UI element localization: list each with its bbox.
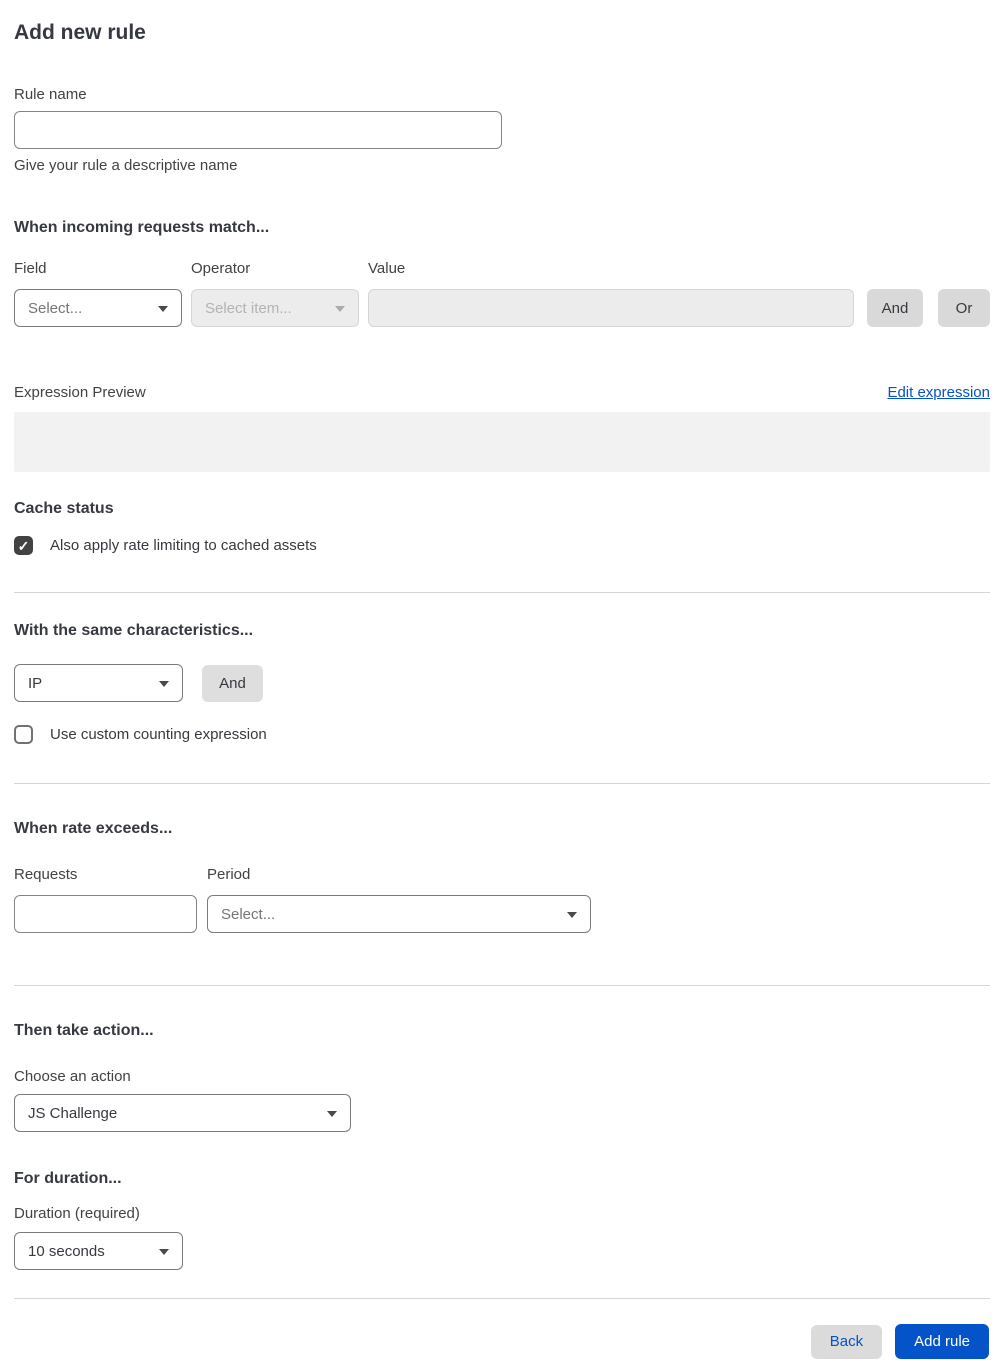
- characteristics-row: IP And: [14, 664, 990, 702]
- match-section-heading: When incoming requests match...: [14, 219, 270, 236]
- operator-group: Operator Select item...: [191, 260, 359, 327]
- custom-counting-label: Use custom counting expression: [50, 726, 267, 743]
- action-select[interactable]: JS Challenge: [14, 1094, 351, 1132]
- check-icon: ✓: [17, 537, 30, 554]
- operator-label: Operator: [191, 260, 251, 277]
- section-divider: [14, 1298, 990, 1299]
- chevron-down-icon: [159, 1249, 169, 1255]
- section-divider: [14, 783, 990, 784]
- period-label: Period: [207, 866, 251, 883]
- field-select-value: Select...: [28, 299, 83, 317]
- expression-preview-header: Expression Preview Edit expression: [14, 384, 990, 401]
- operator-select-value: Select item...: [205, 299, 292, 317]
- chevron-down-icon: [158, 306, 168, 312]
- section-divider: [14, 985, 990, 986]
- characteristic-select-value: IP: [28, 674, 43, 692]
- requests-group: Requests: [14, 866, 197, 933]
- action-label: Choose an action: [14, 1068, 131, 1085]
- and-button[interactable]: And: [867, 289, 923, 327]
- period-select-value: Select...: [221, 905, 276, 923]
- page-title: Add new rule: [14, 21, 146, 44]
- edit-expression-link[interactable]: Edit expression: [887, 384, 990, 401]
- rate-row: Requests Period Select...: [14, 866, 990, 933]
- add-rule-button[interactable]: Add rule: [895, 1324, 989, 1359]
- cache-checkbox-row: ✓ Also apply rate limiting to cached ass…: [14, 536, 990, 555]
- match-builder-row: Field Select... Operator Select item... …: [14, 260, 990, 327]
- cache-checkbox[interactable]: ✓: [14, 536, 33, 555]
- period-select[interactable]: Select...: [207, 895, 591, 933]
- value-label: Value: [368, 260, 406, 277]
- characteristics-heading: With the same characteristics...: [14, 622, 254, 639]
- value-input: [368, 289, 854, 327]
- cache-checkbox-label: Also apply rate limiting to cached asset…: [50, 537, 317, 554]
- back-button[interactable]: Back: [810, 1324, 883, 1359]
- requests-input[interactable]: [14, 895, 197, 933]
- requests-label: Requests: [14, 866, 78, 883]
- rule-name-input[interactable]: [14, 111, 502, 149]
- field-label: Field: [14, 260, 47, 277]
- duration-select-value: 10 seconds: [28, 1242, 105, 1260]
- chevron-down-icon: [335, 306, 345, 312]
- add-rule-form: Add new rule Rule name Give your rule a …: [0, 20, 1002, 1359]
- field-select[interactable]: Select...: [14, 289, 182, 327]
- characteristics-and-button[interactable]: And: [202, 664, 263, 702]
- operator-select: Select item...: [191, 289, 359, 327]
- custom-counting-checkbox[interactable]: [14, 725, 33, 744]
- chevron-down-icon: [327, 1111, 337, 1117]
- duration-label: Duration (required): [14, 1205, 140, 1222]
- expression-preview-label: Expression Preview: [14, 384, 146, 401]
- rule-name-label: Rule name: [14, 86, 87, 103]
- action-heading: Then take action...: [14, 1022, 154, 1039]
- period-group: Period Select...: [207, 866, 591, 933]
- rule-name-helper: Give your rule a descriptive name: [14, 157, 238, 174]
- duration-heading: For duration...: [14, 1170, 122, 1187]
- chevron-down-icon: [159, 681, 169, 687]
- footer-actions: Back Add rule: [14, 1324, 990, 1359]
- section-divider: [14, 592, 990, 593]
- field-group: Field Select...: [14, 260, 182, 327]
- cache-status-heading: Cache status: [14, 500, 114, 517]
- characteristic-select[interactable]: IP: [14, 664, 183, 702]
- action-select-value: JS Challenge: [28, 1104, 118, 1122]
- expression-preview-box: [14, 412, 990, 472]
- custom-counting-row: Use custom counting expression: [14, 725, 990, 744]
- duration-select[interactable]: 10 seconds: [14, 1232, 183, 1270]
- chevron-down-icon: [567, 912, 577, 918]
- value-group: Value: [368, 260, 854, 327]
- rate-heading: When rate exceeds...: [14, 820, 173, 837]
- or-button[interactable]: Or: [938, 289, 990, 327]
